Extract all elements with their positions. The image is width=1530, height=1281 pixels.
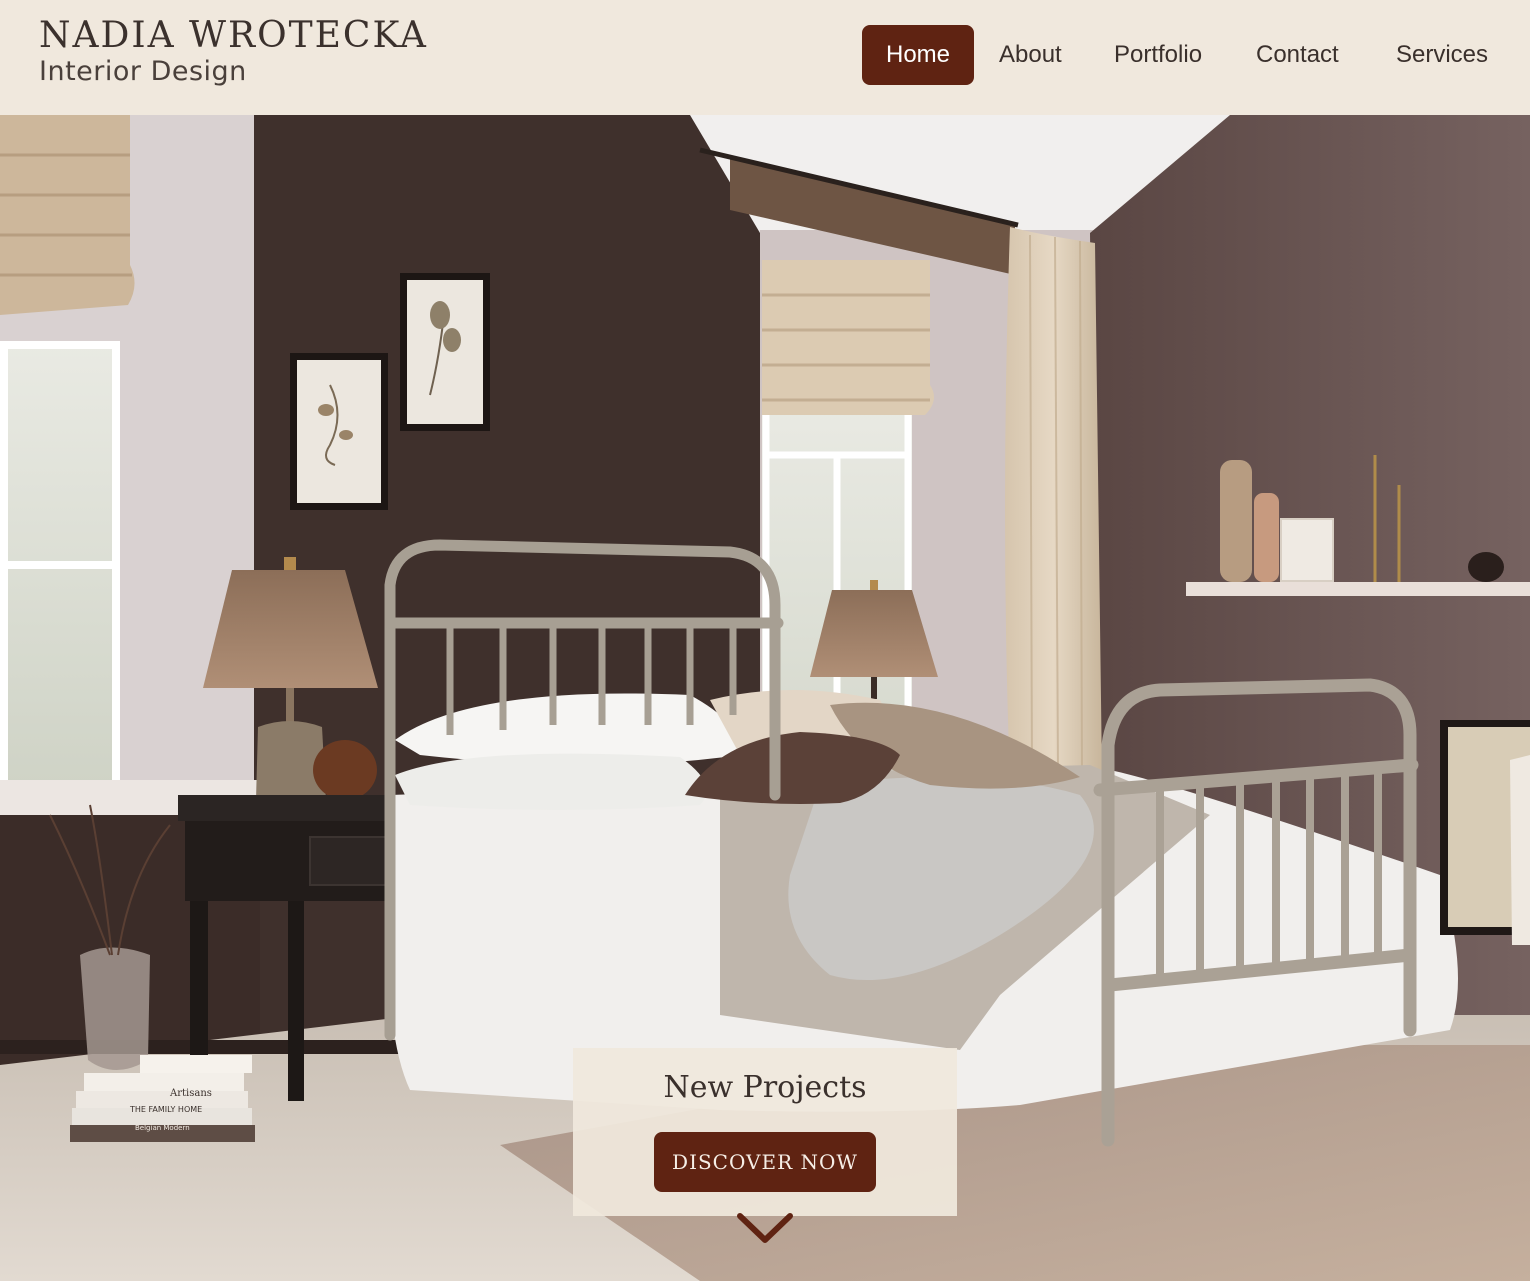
chevron-down-icon[interactable] [736, 1212, 794, 1246]
curtain [1005, 227, 1102, 780]
glass-vase [80, 947, 150, 1070]
nav-item-about[interactable]: About [999, 25, 1062, 85]
armchair [1510, 755, 1530, 945]
brand-logo[interactable]: NADIA WROTECKA Interior Design [39, 16, 428, 88]
cta-title: New Projects [663, 1070, 867, 1105]
nav-item-portfolio[interactable]: Portfolio [1114, 25, 1202, 85]
brand-subtitle: Interior Design [39, 56, 247, 87]
left-blind [0, 115, 135, 315]
nav-item-contact[interactable]: Contact [1256, 25, 1339, 85]
brand-name: NADIA WROTECKA [39, 15, 428, 56]
framed-print-left [290, 353, 388, 510]
nav-item-services[interactable]: Services [1396, 25, 1488, 85]
book-title-family-home: THE FAMILY HOME [129, 1105, 202, 1114]
new-projects-panel: New Projects DISCOVER NOW [573, 1048, 957, 1216]
center-blind [762, 260, 934, 415]
wall-shelf [1186, 582, 1530, 596]
vase-pink [1254, 493, 1279, 582]
book-title-artisans: Artisans [169, 1088, 212, 1099]
vase-tall [1220, 460, 1252, 582]
book-title-belgian-modern: Belgian Modern [135, 1124, 190, 1132]
framed-print-right [400, 273, 490, 431]
nav-item-home[interactable]: Home [862, 25, 975, 85]
discover-now-button[interactable]: DISCOVER NOW [654, 1132, 876, 1192]
small-black-vase [1468, 552, 1504, 582]
small-frame [1280, 518, 1334, 582]
site-header: NADIA WROTECKA Interior Design Home Abou… [0, 0, 1530, 115]
